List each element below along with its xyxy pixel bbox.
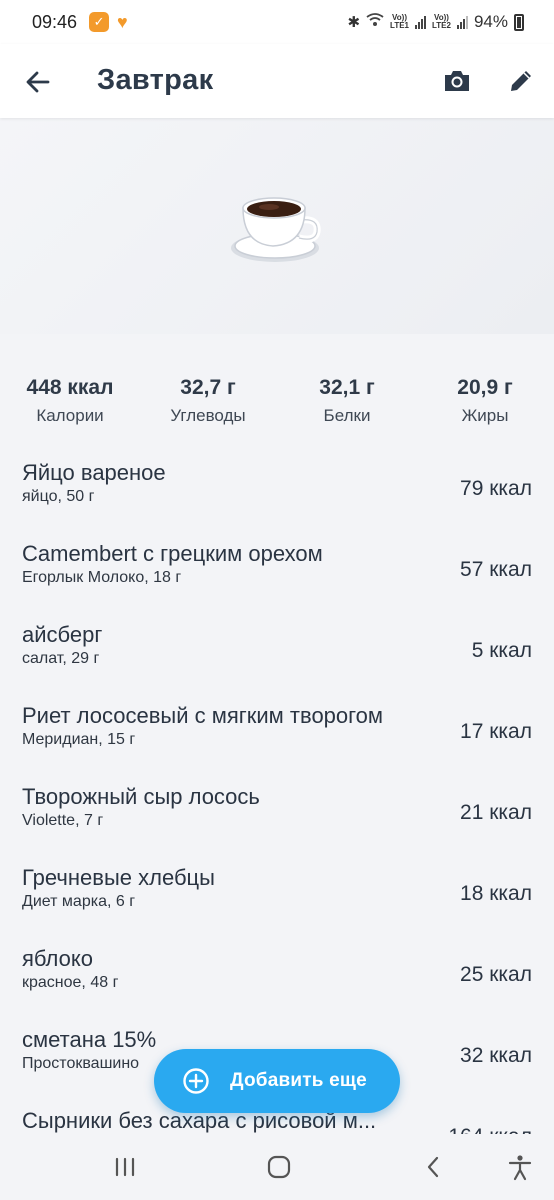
list-item[interactable]: айсберг салат, 29 г 5 ккал	[0, 608, 554, 689]
summary-protein: 32,1 г Белки	[277, 376, 417, 426]
item-name: Camembert с грецким орехом	[22, 541, 323, 566]
signal-icon	[456, 15, 468, 29]
summary-carbs: 32,7 г Углеводы	[138, 376, 278, 426]
summary-label: Жиры	[461, 406, 509, 425]
lte1-icon: Vo)) LTE1	[390, 13, 409, 30]
item-detail: Егорлык Молоко, 18 г	[22, 569, 182, 586]
item-name: яблоко	[22, 946, 93, 971]
item-name: айсберг	[22, 622, 103, 647]
status-bar: 09:46 ✓ ♥ ✱ Vo)) LTE1 Vo)) LTE2 94%	[0, 0, 554, 44]
accessibility-icon	[508, 1155, 532, 1181]
recent-apps-button[interactable]	[110, 1152, 140, 1182]
summary-value: 20,9 г	[457, 376, 513, 399]
recent-apps-icon	[115, 1157, 135, 1177]
list-item[interactable]: Camembert с грецким орехом Егорлык Молок…	[0, 527, 554, 608]
item-kcal: 25 ккал	[460, 963, 532, 986]
summary-value: 32,7 г	[180, 376, 236, 399]
item-detail: салат, 29 г	[22, 650, 100, 667]
item-kcal: 79 ккал	[460, 477, 532, 500]
nutrition-summary: 448 ккал Калории 32,7 г Углеводы 32,1 г …	[0, 376, 554, 432]
item-name: Творожный сыр лосось	[22, 784, 260, 809]
summary-value: 448 ккал	[26, 376, 114, 399]
summary-label: Белки	[323, 406, 371, 425]
battery-icon	[514, 13, 524, 31]
arrow-left-icon	[26, 71, 50, 93]
home-button[interactable]	[264, 1152, 294, 1182]
add-more-button[interactable]: Добавить еще	[154, 1049, 400, 1113]
coffee-cup-icon	[231, 197, 321, 262]
summary-fat: 20,9 г Жиры	[415, 376, 554, 426]
home-icon	[267, 1155, 291, 1179]
item-detail: Violette, 7 г	[22, 812, 104, 829]
camera-button[interactable]	[442, 66, 472, 96]
item-detail: Диет марка, 6 г	[22, 893, 136, 910]
back-nav-button[interactable]	[418, 1152, 448, 1182]
item-kcal: 57 ккал	[460, 558, 532, 581]
item-kcal: 32 ккал	[460, 1044, 532, 1067]
camera-icon	[445, 71, 469, 91]
edit-button[interactable]	[506, 66, 536, 96]
add-more-label: Добавить еще	[230, 1070, 367, 1091]
app-bar: Завтрак	[0, 44, 554, 118]
list-item[interactable]: Гречневые хлебцы Диет марка, 6 г 18 ккал	[0, 851, 554, 932]
battery-percent: 94%	[473, 12, 508, 31]
accessibility-button[interactable]	[505, 1152, 535, 1182]
page-title: Завтрак	[97, 64, 214, 96]
item-name: Гречневые хлебцы	[22, 865, 215, 890]
app-notification-icon: ✓	[89, 12, 110, 32]
item-kcal: 17 ккал	[460, 720, 532, 743]
item-detail: Меридиан, 15 г	[22, 731, 136, 748]
list-item[interactable]: Яйцо вареное яйцо, 50 г 79 ккал	[0, 446, 554, 527]
back-button[interactable]	[24, 68, 52, 96]
item-name: Яйцо вареное	[22, 460, 166, 485]
item-kcal: 5 ккал	[471, 639, 532, 662]
heart-notification-icon: ♥	[117, 11, 128, 32]
item-detail: Простоквашино	[22, 1055, 140, 1072]
signal-icon	[415, 15, 426, 29]
summary-calories: 448 ккал Калории	[0, 376, 140, 426]
meal-hero	[0, 118, 554, 334]
bluetooth-icon: ✱	[347, 14, 361, 31]
pencil-icon	[511, 71, 531, 91]
lte2-icon: Vo)) LTE2	[432, 13, 451, 30]
list-item[interactable]: Риет лососевый с мягким творогом Меридиа…	[0, 689, 554, 770]
item-name: Риет лососевый с мягким творогом	[22, 703, 384, 728]
summary-label: Углеводы	[170, 406, 246, 425]
system-nav-bar	[0, 1134, 554, 1200]
item-kcal: 18 ккал	[460, 882, 532, 905]
wifi-icon	[366, 13, 384, 31]
item-kcal: 21 ккал	[460, 801, 532, 824]
summary-label: Калории	[36, 406, 104, 425]
summary-value: 32,1 г	[319, 376, 375, 399]
item-detail: яйцо, 50 г	[22, 488, 95, 505]
item-name: сметана 15%	[22, 1027, 157, 1052]
chevron-left-icon	[427, 1156, 439, 1178]
status-time: 09:46	[32, 11, 78, 32]
list-item[interactable]: Творожный сыр лосось Violette, 7 г 21 кк…	[0, 770, 554, 851]
plus-circle-icon	[183, 1068, 209, 1094]
item-detail: красное, 48 г	[22, 974, 119, 991]
list-item[interactable]: яблоко красное, 48 г 25 ккал	[0, 932, 554, 1013]
